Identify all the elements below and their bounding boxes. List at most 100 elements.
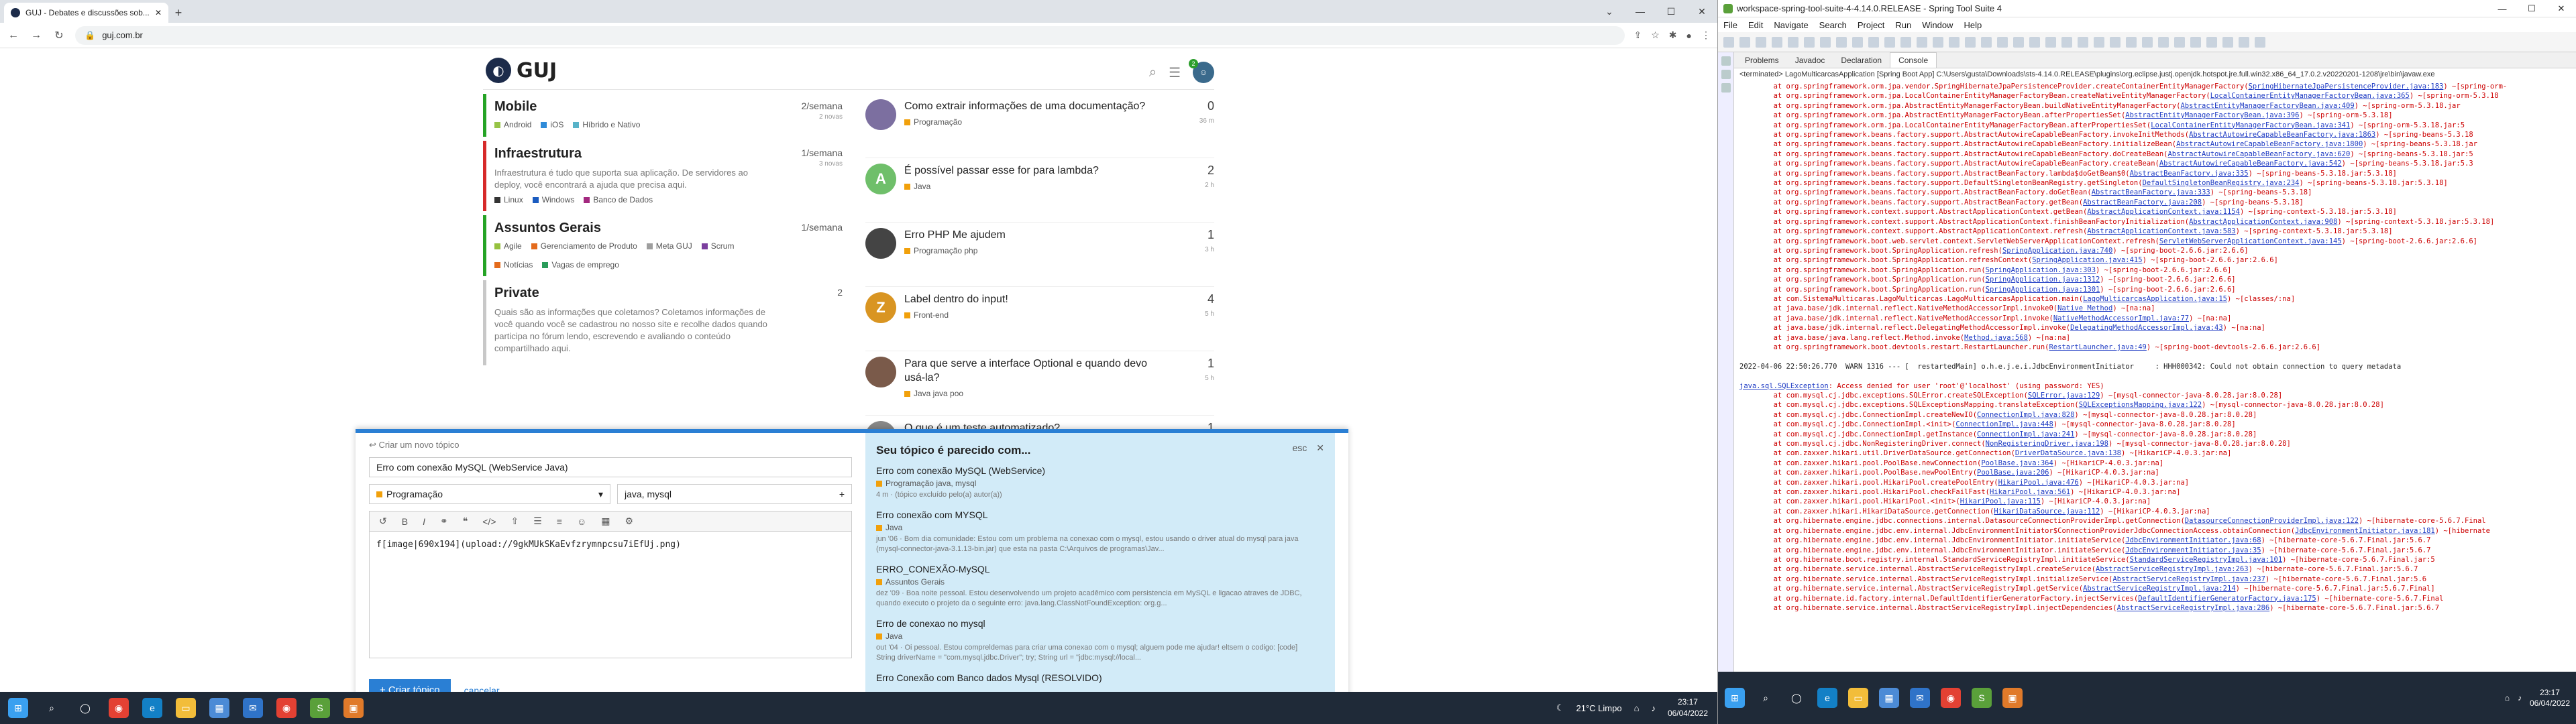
stacktrace-link[interactable]: Method.java:568: [1964, 334, 2028, 342]
stacktrace-link[interactable]: AbstractEntityManagerFactoryBean.java:39…: [2125, 111, 2299, 119]
app-icon[interactable]: ▣: [2002, 688, 2023, 708]
stacktrace-link[interactable]: StandardServiceRegistryImpl.java:101: [2130, 556, 2283, 564]
menu-project[interactable]: Project: [1858, 20, 1884, 30]
explorer-icon[interactable]: ▭: [176, 698, 196, 718]
topic-age[interactable]: 3 h: [1167, 246, 1214, 253]
stacktrace-link[interactable]: Native Method: [2057, 304, 2112, 312]
stacktrace-link[interactable]: AbstractAutowireCapableBeanFactory.java:…: [2176, 140, 2363, 148]
site-logo[interactable]: ◐ GUJ: [486, 58, 557, 83]
chrome-icon[interactable]: ◉: [1941, 688, 1961, 708]
similar-topic-title[interactable]: Erro conexão com MYSQL: [876, 509, 1324, 520]
category-title[interactable]: Mobile: [494, 99, 839, 115]
profile-icon[interactable]: ●: [1686, 30, 1692, 41]
topic-avatar[interactable]: Z: [865, 292, 896, 323]
stacktrace-link[interactable]: AbstractBeanFactory.java:208: [2083, 198, 2202, 206]
toolbar-button-icon[interactable]: [1723, 36, 1734, 48]
toolbar-button-icon[interactable]: [2110, 36, 2121, 48]
explorer-icon[interactable]: ▭: [1848, 688, 1868, 708]
subcategory-item[interactable]: Vagas de emprego: [542, 260, 619, 269]
console-output[interactable]: at org.springframework.orm.jpa.vendor.Sp…: [1734, 82, 2576, 670]
toolbar-button-icon[interactable]: [2142, 36, 2153, 48]
new-tab-button[interactable]: +: [168, 3, 189, 23]
topic-title[interactable]: Label dentro do input!: [904, 292, 1159, 306]
category-title[interactable]: Assuntos Gerais: [494, 221, 839, 236]
toolbar-button-icon[interactable]: [1997, 36, 2008, 48]
stacktrace-link[interactable]: AbstractBeanFactory.java:335: [2130, 170, 2249, 178]
topic-title-input[interactable]: Erro com conexão MySQL (WebService Java): [369, 457, 852, 477]
subcategory-item[interactable]: Meta GUJ: [647, 241, 692, 251]
toolbar-button-icon[interactable]: [2239, 36, 2249, 48]
task-view-icon[interactable]: ◯: [75, 698, 95, 718]
stacktrace-link[interactable]: PoolBase.java:364: [1981, 459, 2053, 467]
toolbar-button-icon[interactable]: [1788, 36, 1799, 48]
tags-select[interactable]: java, mysql +: [617, 484, 852, 504]
menu-run[interactable]: Run: [1895, 20, 1911, 30]
stacktrace-link[interactable]: AbstractServiceRegistryImpl.java:237: [2112, 575, 2265, 583]
edge-icon[interactable]: e: [1817, 688, 1837, 708]
restore-icon[interactable]: [1721, 56, 1731, 66]
subcategory-item[interactable]: Android: [494, 120, 531, 129]
topic-avatar[interactable]: [865, 357, 896, 387]
stacktrace-link[interactable]: LagoMulticarcasApplication.java:15: [2083, 295, 2227, 303]
topic-title[interactable]: Como extrair informações de uma document…: [904, 99, 1159, 113]
chevron-down-icon[interactable]: ⌄: [1594, 0, 1625, 23]
topic-row[interactable]: Como extrair informações de uma document…: [865, 94, 1214, 158]
user-avatar[interactable]: 2 ☺: [1189, 59, 1214, 83]
bold-icon[interactable]: B: [402, 516, 408, 527]
stacktrace-link[interactable]: RestartLauncher.java:49: [2049, 343, 2146, 351]
stacktrace-link[interactable]: AbstractApplicationContext.java:583: [2087, 227, 2235, 235]
toolbar-button-icon[interactable]: [2126, 36, 2137, 48]
toolbar-button-icon[interactable]: [1981, 36, 1992, 48]
stacktrace-link[interactable]: JdbcEnvironmentInitiator.java:68: [2125, 536, 2261, 544]
stacktrace-link[interactable]: HikariDataSource.java:112: [1994, 507, 2100, 516]
chrome-active-icon[interactable]: ◉: [276, 698, 297, 718]
topic-age[interactable]: 5 h: [1167, 375, 1214, 382]
reload-icon[interactable]: ↻: [52, 29, 66, 42]
minimize-icon[interactable]: —: [2487, 0, 2517, 17]
topic-row[interactable]: Para que serve a interface Optional e qu…: [865, 351, 1214, 416]
stacktrace-link[interactable]: AbstractServiceRegistryImpl.java:263: [2096, 565, 2249, 573]
stacktrace-link[interactable]: NativeMethodAccessorImpl.java:77: [2053, 314, 2189, 322]
stacktrace-link[interactable]: JdbcEnvironmentInitiator.java:181: [2295, 527, 2435, 535]
stacktrace-link[interactable]: DatasourceConnectionProviderImpl.java:12…: [2185, 517, 2359, 525]
close-window-icon[interactable]: ✕: [1686, 0, 1717, 23]
close-window-icon[interactable]: ✕: [2546, 0, 2576, 17]
menu-search[interactable]: Search: [1819, 20, 1847, 30]
search-icon[interactable]: ⌕: [1149, 65, 1157, 80]
subcategory-item[interactable]: Agile: [494, 241, 522, 251]
category-2[interactable]: Assuntos Gerais Agile Gerenciamento de Pro…: [483, 215, 845, 276]
menu-window[interactable]: Window: [1922, 20, 1953, 30]
date-icon[interactable]: ▦: [601, 516, 610, 527]
topic-tags[interactable]: Programação: [904, 117, 1159, 127]
topic-body-editor[interactable]: f[image|690x194](upload://9gkMUkSKaEvfzr…: [369, 531, 852, 658]
topic-tags[interactable]: Java java poo: [904, 389, 1159, 398]
category-1[interactable]: Infraestrutura Infraestrutura é tudo que …: [483, 141, 845, 211]
topic-age[interactable]: 36 m: [1167, 117, 1214, 125]
topic-title[interactable]: Erro PHP Me ajudem: [904, 228, 1159, 242]
toolbar-button-icon[interactable]: [1852, 36, 1863, 48]
toolbar-button-icon[interactable]: [1772, 36, 1782, 48]
outline-icon[interactable]: [1721, 83, 1731, 93]
maximize-icon[interactable]: ☐: [1656, 0, 1686, 23]
code-icon[interactable]: </>: [482, 516, 496, 527]
url-field[interactable]: 🔒 guj.com.br: [75, 25, 1625, 45]
stacktrace-link[interactable]: AbstractServiceRegistryImpl.java:214: [2083, 585, 2236, 593]
stacktrace-link[interactable]: JdbcEnvironmentInitiator.java:35: [2125, 546, 2261, 554]
chrome-icon[interactable]: ◉: [109, 698, 129, 718]
stacktrace-link[interactable]: AbstractAutowireCapableBeanFactory.java:…: [2189, 131, 2375, 139]
close-icon[interactable]: ✕: [1316, 442, 1324, 454]
topic-tags[interactable]: Java: [904, 182, 1159, 191]
store-icon[interactable]: ▦: [209, 698, 229, 718]
stacktrace-link[interactable]: SpringApplication.java:303: [1986, 266, 2096, 274]
minimize-icon[interactable]: —: [1625, 0, 1656, 23]
similar-topic-title[interactable]: Erro Conexão com Banco dados Mysql (RESO…: [876, 672, 1324, 683]
stacktrace-link[interactable]: ConnectionImpl.java:448: [1955, 420, 2053, 428]
toolbar-button-icon[interactable]: [2158, 36, 2169, 48]
subcategory-item[interactable]: Windows: [533, 195, 575, 204]
stacktrace-link[interactable]: SpringApplication.java:1301: [1986, 286, 2100, 294]
stacktrace-link[interactable]: HikariPool.java:561: [1990, 488, 2070, 496]
close-tab-icon[interactable]: ✕: [155, 8, 162, 17]
toolbar-button-icon[interactable]: [1884, 36, 1895, 48]
stacktrace-link[interactable]: SpringApplication.java:415: [2032, 256, 2142, 264]
extensions-icon[interactable]: ✱: [1669, 29, 1677, 41]
